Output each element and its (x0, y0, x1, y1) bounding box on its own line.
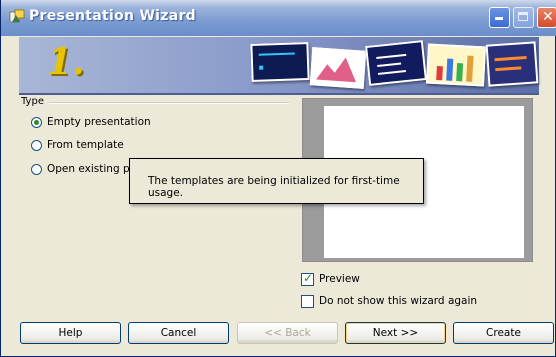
preview-checkbox[interactable]: ✓ (301, 271, 314, 286)
type-group-divider (49, 102, 289, 104)
dont-show-again-checkbox[interactable] (301, 294, 314, 308)
impress-app-icon (9, 9, 25, 23)
minimize-icon[interactable] (489, 7, 510, 28)
dont-show-again-label: Do not show this wizard again (319, 295, 478, 307)
slide-thumbnail-icon (365, 40, 427, 86)
dont-show-again-checkbox-row[interactable]: Do not show this wizard again (301, 293, 477, 309)
next-button[interactable]: Next >> (345, 322, 446, 344)
slide-thumbnail-icon (250, 41, 310, 83)
create-button[interactable]: Create (453, 322, 554, 344)
title-bar[interactable]: Presentation Wizard ✕ (1, 0, 556, 36)
type-section-label: Type (21, 96, 44, 107)
radio-from-template[interactable]: From template (31, 137, 124, 153)
radio-open-existing[interactable]: Open existing pr (31, 161, 134, 177)
radio-button-icon[interactable] (31, 163, 42, 175)
wizard-banner: 1. (19, 37, 539, 95)
radio-button-icon[interactable] (31, 116, 42, 128)
preview-label: Preview (319, 273, 360, 285)
radio-empty-presentation[interactable]: Empty presentation (31, 114, 151, 130)
help-button[interactable]: Help (20, 322, 121, 344)
maximize-icon[interactable] (513, 7, 534, 28)
step-number: 1. (47, 41, 85, 83)
slide-thumbnail-icon (425, 43, 487, 87)
radio-button-icon[interactable] (31, 139, 42, 151)
back-button[interactable]: << Back (237, 322, 338, 344)
radio-label: From template (47, 139, 124, 151)
slide-thumbnail-icon (309, 47, 367, 89)
radio-label: Open existing pr (47, 163, 134, 175)
cancel-button[interactable]: Cancel (128, 322, 229, 344)
initializing-tooltip: The templates are being initialized for … (129, 158, 424, 204)
window-title: Presentation Wizard (29, 8, 197, 24)
tooltip-message: The templates are being initialized for … (148, 175, 400, 199)
close-icon[interactable]: ✕ (537, 7, 556, 28)
radio-label: Empty presentation (47, 116, 151, 128)
slide-thumbnail-icon (485, 41, 539, 87)
preview-checkbox-row[interactable]: ✓ Preview (301, 271, 360, 287)
presentation-wizard-window: Presentation Wizard ✕ 1. Type Empty pres… (0, 0, 556, 357)
